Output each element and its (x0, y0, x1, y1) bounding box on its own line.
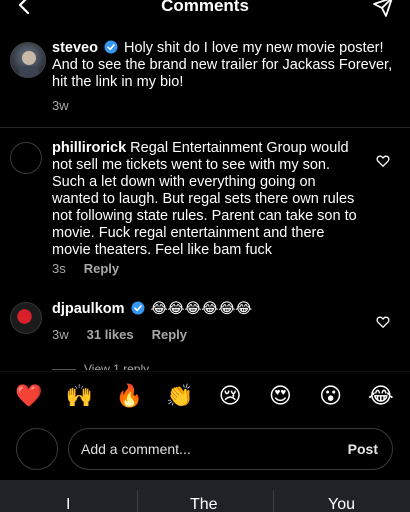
comment-item: phillirorick Regal Entertainment Group w… (0, 140, 410, 280)
heart-outline-icon[interactable] (376, 154, 390, 168)
emoji-laugh-button[interactable]: 😂 (363, 384, 399, 409)
emoji-quick-bar: ❤️ 🙌 🔥 👏 😢 😍 😮 😂 (0, 371, 410, 421)
comment-username[interactable]: djpaulkom (52, 301, 125, 317)
emoji-raised-hands-button[interactable]: 🙌 (61, 384, 97, 409)
reply-button[interactable]: Reply (84, 261, 119, 276)
avatar[interactable] (10, 42, 46, 78)
avatar[interactable] (10, 302, 42, 334)
emoji-clap-button[interactable]: 👏 (162, 384, 198, 409)
comment-text: phillirorick Regal Entertainment Group w… (52, 140, 362, 259)
caption-time: 3w (52, 98, 69, 113)
comment-time: 3w (52, 327, 69, 342)
reply-button[interactable]: Reply (152, 327, 187, 342)
comment-item: djpaulkom 😂😂😂😂😂😂 3w 31 likes Reply (0, 298, 410, 358)
comment-username[interactable]: phillirorick (52, 140, 126, 156)
comment-body: Regal Entertainment Group would not sell… (52, 140, 357, 258)
view-replies-label: View 1 reply (84, 362, 150, 370)
comment-time: 3s (52, 261, 66, 276)
emoji-cry-button[interactable]: 😢 (212, 384, 248, 409)
comment-meta: 3w 31 likes Reply (52, 327, 187, 342)
comment-text: djpaulkom 😂😂😂😂😂😂 (52, 301, 372, 318)
keyboard-suggestion[interactable]: I (66, 496, 70, 512)
avatar-image (19, 51, 39, 77)
heart-outline-icon[interactable] (376, 315, 390, 329)
likes-count[interactable]: 31 likes (87, 327, 134, 342)
page-title: Comments (161, 0, 249, 15)
divider (273, 490, 274, 512)
keyboard-suggestions: I The You (0, 480, 410, 512)
top-bar: Comments (0, 0, 410, 22)
emoji-wow-button[interactable]: 😮 (313, 384, 349, 409)
post-button[interactable]: Post (348, 441, 378, 457)
comment-meta: 3s Reply (52, 261, 119, 276)
comment-input-placeholder: Add a comment... (81, 441, 191, 457)
divider (137, 490, 138, 512)
thread-line (52, 369, 76, 370)
caption-username[interactable]: steveo (52, 40, 98, 56)
comment-body: 😂😂😂😂😂😂 (150, 301, 253, 317)
emoji-heart-button[interactable]: ❤️ (11, 384, 47, 409)
keyboard-suggestion[interactable]: The (190, 496, 218, 512)
caption-text: steveo Holy shit do I love my new movie … (52, 40, 402, 91)
view-replies-link[interactable]: View 1 reply (52, 362, 149, 370)
divider (0, 127, 410, 128)
avatar[interactable] (10, 142, 42, 174)
verified-badge-icon (131, 301, 145, 315)
verified-badge-icon (104, 40, 118, 54)
avatar (16, 428, 58, 470)
emoji-heart-eyes-button[interactable]: 😍 (262, 384, 298, 409)
paper-plane-icon[interactable] (372, 0, 394, 18)
keyboard-suggestion[interactable]: You (328, 496, 355, 512)
comment-composer: Add a comment... Post (0, 426, 410, 478)
post-caption: steveo Holy shit do I love my new movie … (0, 40, 410, 126)
comment-input[interactable]: Add a comment... Post (68, 428, 393, 470)
emoji-fire-button[interactable]: 🔥 (112, 384, 148, 409)
